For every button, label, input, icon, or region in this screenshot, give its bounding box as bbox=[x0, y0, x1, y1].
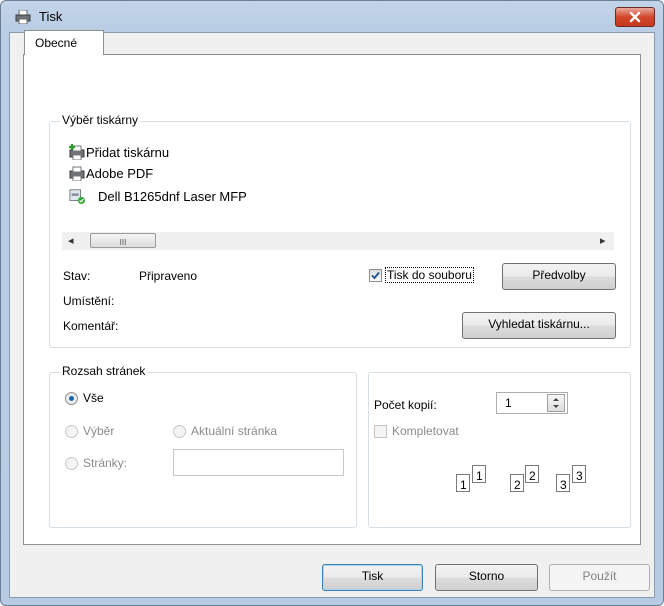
preferences-button[interactable]: Předvolby bbox=[502, 263, 616, 290]
copies-count-input[interactable]: 1 bbox=[496, 392, 568, 414]
horizontal-scrollbar[interactable]: ◂ III ▸ bbox=[62, 232, 614, 250]
collate-page-number: 3 bbox=[576, 469, 583, 483]
checkmark-icon bbox=[371, 271, 380, 280]
comment-label: Komentář: bbox=[63, 319, 119, 333]
copies-count-value: 1 bbox=[505, 396, 512, 410]
radio-selected-dot bbox=[69, 396, 74, 401]
tab-general[interactable]: Obecné bbox=[24, 30, 104, 55]
spin-down-icon[interactable] bbox=[548, 403, 564, 411]
cancel-button-label: Storno bbox=[468, 569, 505, 583]
collate-page-number: 3 bbox=[560, 478, 567, 492]
close-button[interactable] bbox=[615, 7, 655, 27]
add-printer-icon bbox=[69, 144, 85, 160]
collate-page-number: 1 bbox=[460, 478, 467, 492]
printer-name: Přidat tiskárnu bbox=[86, 145, 170, 160]
print-to-file-checkbox[interactable] bbox=[369, 269, 382, 282]
scroll-thumb[interactable]: III bbox=[90, 233, 156, 248]
collate-page-icon: 3 bbox=[556, 474, 570, 492]
all-pages-label[interactable]: Vše bbox=[83, 391, 104, 405]
all-pages-radio[interactable] bbox=[65, 392, 78, 405]
pages-label[interactable]: Stránky: bbox=[83, 456, 127, 470]
collate-page-icon: 3 bbox=[572, 465, 586, 483]
selection-label[interactable]: Výběr bbox=[83, 424, 114, 438]
scroll-grip-icon: III bbox=[119, 238, 127, 247]
apply-button[interactable]: Použít bbox=[549, 564, 650, 591]
collate-page-icon: 1 bbox=[456, 474, 470, 492]
status-value: Připraveno bbox=[139, 269, 198, 283]
print-to-file-label[interactable]: Tisk do souboru bbox=[385, 267, 474, 283]
collate-checkbox[interactable] bbox=[374, 425, 387, 438]
current-page-label[interactable]: Aktuální stránka bbox=[191, 424, 277, 438]
collate-page-number: 2 bbox=[529, 469, 536, 483]
collate-page-icon: 2 bbox=[525, 465, 539, 483]
find-printer-button[interactable]: Vyhledat tiskárnu... bbox=[462, 312, 616, 339]
location-label: Umístění: bbox=[63, 294, 115, 308]
window-title: Tisk bbox=[39, 9, 63, 24]
printer-name: Dell B1265dnf Laser MFP bbox=[98, 189, 247, 204]
print-button-label: Tisk bbox=[361, 569, 384, 583]
collate-label[interactable]: Kompletovat bbox=[392, 424, 459, 438]
page-range-label: Rozsah stránek bbox=[60, 364, 148, 378]
pages-radio[interactable] bbox=[65, 457, 78, 470]
scroll-left-icon[interactable]: ◂ bbox=[68, 234, 74, 247]
collate-page-icon: 2 bbox=[510, 474, 524, 492]
pages-input[interactable] bbox=[173, 449, 344, 476]
close-x-icon bbox=[629, 11, 641, 23]
cancel-button[interactable]: Storno bbox=[435, 564, 538, 591]
printer-icon bbox=[69, 166, 85, 181]
status-label: Stav: bbox=[63, 269, 91, 283]
default-printer-icon bbox=[69, 189, 85, 204]
collate-page-number: 2 bbox=[514, 478, 521, 492]
scroll-right-icon[interactable]: ▸ bbox=[600, 234, 606, 247]
spin-up-icon[interactable] bbox=[548, 395, 564, 403]
apply-button-label: Použít bbox=[582, 569, 617, 583]
current-page-radio[interactable] bbox=[173, 425, 186, 438]
print-button[interactable]: Tisk bbox=[322, 564, 423, 591]
selection-radio[interactable] bbox=[65, 425, 78, 438]
tab-label: Obecné bbox=[35, 36, 78, 50]
printer-icon bbox=[15, 10, 31, 24]
copies-count-label: Počet kopií: bbox=[374, 398, 437, 412]
collate-page-icon: 1 bbox=[472, 465, 486, 483]
find-printer-button-label: Vyhledat tiskárnu... bbox=[488, 317, 590, 331]
title-bar[interactable]: Tisk bbox=[1, 1, 663, 33]
printer-name: Adobe PDF bbox=[86, 166, 154, 181]
print-dialog: Tisk Obecné Výběr tiskárny Přidat tiskár… bbox=[0, 0, 664, 606]
preferences-button-label: Předvolby bbox=[532, 268, 586, 282]
collate-page-number: 1 bbox=[476, 469, 483, 483]
printer-selection-label: Výběr tiskárny bbox=[60, 113, 141, 127]
copies-spinner[interactable] bbox=[547, 394, 565, 412]
